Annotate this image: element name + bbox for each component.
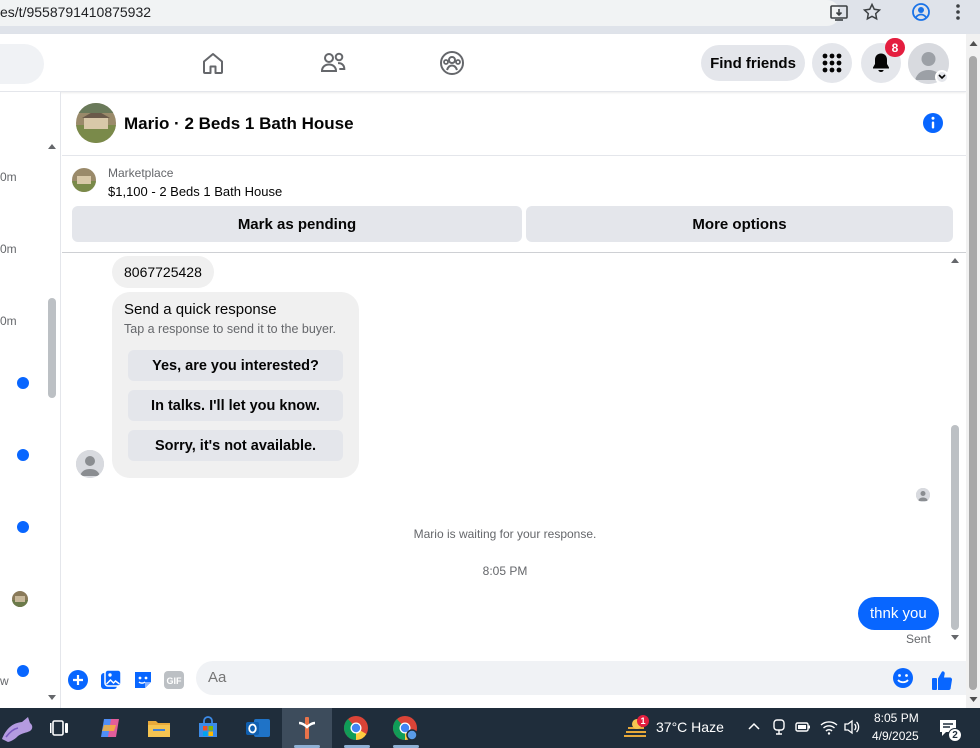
- copilot-icon[interactable]: [96, 714, 124, 742]
- like-thumbs-up-icon[interactable]: [930, 668, 954, 692]
- photo-icon[interactable]: [99, 668, 123, 692]
- quick-reply-button[interactable]: In talks. I'll let you know.: [128, 390, 343, 421]
- battery-icon[interactable]: [795, 720, 811, 734]
- chrome-profile-icon[interactable]: [391, 714, 419, 742]
- menu-grid-button[interactable]: [812, 43, 852, 83]
- weather-badge: 1: [637, 715, 649, 727]
- address-bar[interactable]: es/t/9558791410875932: [0, 0, 840, 26]
- scroll-down-arrow-icon[interactable]: [950, 634, 960, 642]
- quick-response-subtitle: Tap a response to send it to the buyer.: [124, 322, 336, 336]
- search-input[interactable]: [0, 44, 44, 84]
- chat-time: 0m: [0, 170, 17, 184]
- taskbar-date[interactable]: 4/9/2025: [872, 729, 919, 743]
- my-message-bubble: thnk you: [858, 597, 939, 630]
- waiting-notice: Mario is waiting for your response.: [413, 527, 597, 541]
- chat-time: 0m: [0, 242, 17, 256]
- quick-response-card: Send a quick response Tap a response to …: [112, 292, 359, 478]
- svg-text:GIF: GIF: [167, 676, 183, 686]
- notification-badge: 8: [885, 38, 905, 57]
- scroll-down-arrow-icon[interactable]: [969, 696, 978, 703]
- task-view-icon[interactable]: [46, 714, 74, 742]
- seen-avatar: [12, 591, 28, 607]
- wifi-icon[interactable]: [820, 719, 838, 735]
- chevron-up-icon[interactable]: [748, 721, 760, 731]
- unread-dot: [17, 665, 29, 677]
- message-timestamp: 8:05 PM: [482, 564, 528, 578]
- chat-time: w: [0, 674, 9, 688]
- notification-count-badge: 2: [948, 728, 962, 742]
- scroll-down-arrow-icon[interactable]: [47, 694, 57, 702]
- bell-icon: [873, 53, 889, 73]
- find-friends-button[interactable]: Find friends: [701, 45, 805, 81]
- listing-avatar[interactable]: [76, 103, 116, 143]
- emoji-icon[interactable]: [892, 667, 914, 689]
- more-options-button[interactable]: More options: [526, 206, 953, 242]
- groups-icon[interactable]: [437, 48, 467, 78]
- home-icon[interactable]: [198, 48, 228, 78]
- microsoft-store-icon[interactable]: [194, 714, 222, 742]
- gif-icon[interactable]: GIF: [162, 668, 186, 692]
- profile-icon[interactable]: [911, 2, 931, 22]
- quick-reply-button[interactable]: Sorry, it's not available.: [128, 430, 343, 461]
- conversation-scrollbar[interactable]: [951, 425, 959, 630]
- volume-icon[interactable]: [843, 719, 861, 735]
- xbox-game-bar-icon[interactable]: [293, 714, 321, 742]
- meet-now-icon[interactable]: [772, 719, 786, 735]
- chevron-down-icon[interactable]: [935, 70, 949, 84]
- install-app-icon[interactable]: [829, 3, 849, 23]
- message-composer: GIF: [62, 656, 980, 708]
- quick-response-title: Send a quick response: [124, 301, 277, 318]
- windows-taskbar: 1 37°C Haze 8:05 PM 4/9/2025 2: [0, 708, 980, 748]
- info-icon[interactable]: [922, 112, 944, 134]
- kebab-menu-icon[interactable]: [954, 2, 962, 22]
- message-input-container[interactable]: [196, 661, 980, 695]
- scroll-up-arrow-icon[interactable]: [47, 142, 57, 150]
- message-status: Sent: [906, 632, 931, 646]
- scroll-up-arrow-icon[interactable]: [969, 40, 978, 47]
- outlook-icon[interactable]: [244, 714, 272, 742]
- conversation-title[interactable]: Mario · 2 Beds 1 Bath House: [124, 114, 354, 134]
- widgets-icon[interactable]: [0, 712, 34, 746]
- mark-as-pending-button[interactable]: Mark as pending: [72, 206, 522, 242]
- plus-icon[interactable]: [66, 668, 90, 692]
- sidebar-scrollbar[interactable]: [48, 298, 56, 398]
- weather-text[interactable]: 37°C Haze: [656, 719, 724, 735]
- facebook-header: Find friends 8: [0, 34, 966, 92]
- taskbar-time[interactable]: 8:05 PM: [874, 711, 919, 725]
- sender-avatar[interactable]: [76, 450, 104, 478]
- grid-icon: [822, 53, 842, 73]
- scroll-up-arrow-icon[interactable]: [950, 256, 960, 264]
- unread-dot: [17, 377, 29, 389]
- browser-toolbar: es/t/9558791410875932: [0, 0, 980, 34]
- marketplace-listing-card: Marketplace $1,100 - 2 Beds 1 Bath House…: [62, 157, 966, 253]
- read-receipt-avatar: [916, 488, 930, 502]
- file-explorer-icon[interactable]: [145, 714, 173, 742]
- sticker-icon[interactable]: [131, 668, 155, 692]
- conversation-header: Mario · 2 Beds 1 Bath House: [62, 92, 966, 156]
- chrome-icon[interactable]: [342, 714, 370, 742]
- url-text[interactable]: es/t/9558791410875932: [0, 4, 151, 20]
- message-input[interactable]: [208, 669, 868, 686]
- marketplace-label: Marketplace: [108, 166, 174, 180]
- friends-icon[interactable]: [318, 48, 348, 78]
- page-scrollbar[interactable]: [969, 56, 977, 690]
- message-bubble: 8067725428: [112, 256, 214, 288]
- quick-reply-button[interactable]: Yes, are you interested?: [128, 350, 343, 381]
- chat-time: 0m: [0, 314, 17, 328]
- unread-dot: [17, 449, 29, 461]
- bookmark-star-icon[interactable]: [862, 2, 882, 22]
- listing-thumbnail[interactable]: [72, 168, 96, 192]
- unread-dot: [17, 521, 29, 533]
- chat-list-sidebar: 0m 0m 0m w: [0, 92, 61, 708]
- listing-price-title[interactable]: $1,100 - 2 Beds 1 Bath House: [108, 184, 282, 199]
